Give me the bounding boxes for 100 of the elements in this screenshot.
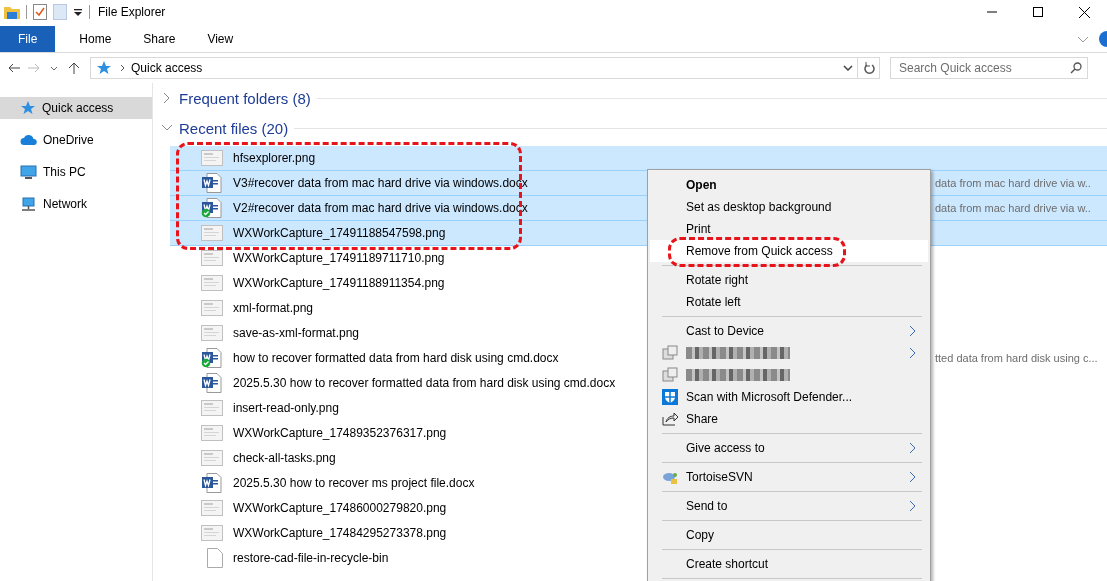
- menu-item[interactable]: Cast to Device: [650, 320, 928, 342]
- word-document-icon: [201, 473, 223, 493]
- sidebar-item[interactable]: This PC: [0, 161, 152, 183]
- menu-item[interactable]: Give access to: [650, 437, 928, 459]
- file-name: check-all-tasks.png: [233, 451, 336, 465]
- cloud-icon: [20, 134, 37, 146]
- share-icon: [662, 412, 678, 426]
- synced-word-document-icon: [201, 198, 223, 218]
- file-name: V3#recover data from mac hard drive via windows.docx: [233, 176, 528, 190]
- file-row[interactable]: WXWorkCapture_17489352376317.png: [170, 421, 455, 446]
- file-name: 2025.5.30 how to recover ms project file.docx: [233, 476, 475, 490]
- refresh-icon: [862, 62, 875, 74]
- ribbon-tab[interactable]: View: [191, 26, 250, 52]
- file-row[interactable]: how to recover formatted data from hard disk using cmd.docx tted data from hard disk using c...: [170, 346, 1107, 371]
- file-name: WXWorkCapture_17484295273378.png: [233, 526, 447, 540]
- image-file-icon: [201, 449, 223, 467]
- file-row[interactable]: insert-read-only.png: [170, 396, 347, 421]
- menu-item[interactable]: Open: [650, 174, 928, 196]
- chevron-down-icon: [50, 65, 58, 71]
- blank-file-icon: [207, 548, 223, 568]
- image-file-icon: [201, 149, 223, 167]
- file-name: save-as-xml-format.png: [233, 326, 360, 340]
- file-row[interactable]: WXWorkCapture_17486000279820.png: [170, 496, 455, 521]
- image-file-icon: [201, 224, 223, 242]
- ribbon-tab[interactable]: Share: [127, 26, 192, 52]
- synced-word-document-icon: [201, 348, 223, 368]
- back-arrow-icon: [8, 63, 20, 73]
- menu-item[interactable]: Remove from Quick access: [650, 240, 928, 262]
- image-file-icon: [201, 424, 223, 442]
- image-file-icon: [201, 299, 223, 317]
- file-name: how to recover formatted data from hard disk using cmd.docx: [233, 351, 559, 365]
- menu-item[interactable]: Rotate right: [650, 269, 928, 291]
- file-row[interactable]: 2025.5.30 how to recover ms project file.docx: [170, 471, 483, 496]
- file-name: hfsexplorer.png: [233, 151, 316, 165]
- file-row[interactable]: check-all-tasks.png: [170, 446, 344, 471]
- ribbon-tab[interactable]: File: [0, 26, 56, 52]
- image-file-icon: [201, 399, 223, 417]
- word-document-icon: [201, 373, 223, 393]
- sidebar-item[interactable]: Quick access: [0, 97, 152, 119]
- file-name: xml-format.png: [233, 301, 314, 315]
- file-name: V2#recover data from mac hard drive via windows.docx: [233, 201, 528, 215]
- menu-item[interactable]: Scan with Microsoft Defender...: [650, 386, 928, 408]
- file-row[interactable]: save-as-xml-format.png: [170, 321, 368, 346]
- star-icon: [20, 100, 36, 116]
- file-row[interactable]: xml-format.png: [170, 296, 322, 321]
- folder-icon: [4, 5, 20, 19]
- menu-item[interactable]: Create shortcut: [650, 553, 928, 575]
- image-file-icon: [201, 499, 223, 517]
- menu-item[interactable]: Set as desktop background: [650, 196, 928, 218]
- sidebar-item[interactable]: OneDrive: [0, 129, 152, 151]
- file-name: 2025.5.30 how to recover formatted data from hard disk using cmd.docx: [233, 376, 616, 390]
- file-name: WXWorkCapture_17489352376317.png: [233, 426, 447, 440]
- star-icon: [96, 60, 112, 76]
- file-row[interactable]: 2025.5.30 how to recover formatted data from hard disk using cmd.docx: [170, 371, 624, 396]
- sidebar-item[interactable]: Network: [0, 193, 152, 215]
- word-document-icon: [201, 173, 223, 193]
- menu-item[interactable]: Share: [650, 408, 928, 430]
- file-row[interactable]: hfsexplorer.png: [170, 146, 1107, 171]
- file-row[interactable]: restore-cad-file-in-recycle-bin: [170, 546, 397, 571]
- search-field[interactable]: Search Quick access: [890, 57, 1088, 79]
- menu-item[interactable]: Copy: [650, 524, 928, 546]
- file-location: data from mac hard drive via w..: [935, 202, 1092, 214]
- chevron-down-icon: [843, 65, 853, 71]
- file-name: WXWorkCapture_17491189711710.png: [233, 251, 445, 265]
- chevron-down-icon[interactable]: [1077, 35, 1089, 43]
- forward-arrow-icon: [28, 63, 40, 73]
- file-location: tted data from hard disk using c...: [935, 352, 1099, 364]
- computer-icon: [20, 164, 37, 180]
- image-file-icon: [201, 324, 223, 342]
- window-title: File Explorer: [98, 5, 166, 19]
- menu-item[interactable]: Rotate left: [650, 291, 928, 313]
- search-icon: [1070, 62, 1082, 74]
- file-name: restore-cad-file-in-recycle-bin: [233, 551, 389, 565]
- image-file-icon: [201, 274, 223, 292]
- file-name: insert-read-only.png: [233, 401, 339, 415]
- network-icon: [20, 196, 37, 212]
- up-arrow-icon: [68, 62, 80, 74]
- menu-item[interactable]: Send to: [650, 495, 928, 517]
- shield-icon: [662, 389, 678, 405]
- menu-item[interactable]: Print: [650, 218, 928, 240]
- file-name: WXWorkCapture_17486000279820.png: [233, 501, 447, 515]
- file-name: WXWorkCapture_17491188547598.png: [233, 226, 446, 240]
- dropdown-icon[interactable]: [73, 8, 83, 16]
- section-header[interactable]: Recent files (20): [179, 119, 289, 137]
- image-file-icon: [201, 524, 223, 542]
- app-icon: [662, 345, 678, 361]
- menu-item[interactable]: TortoiseSVN: [650, 466, 928, 488]
- maximize-icon: [1033, 7, 1043, 17]
- app-icon: [662, 367, 678, 383]
- file-row[interactable]: WXWorkCapture_17484295273378.png: [170, 521, 455, 546]
- close-icon: [1078, 6, 1090, 18]
- file-name: WXWorkCapture_17491188911354.png: [233, 276, 445, 290]
- section-header[interactable]: Frequent folders (8): [179, 89, 311, 107]
- file-row[interactable]: WXWorkCapture_17491188911354.png: [170, 271, 453, 296]
- ribbon-tab[interactable]: Home: [63, 26, 128, 52]
- file-location: data from mac hard drive via w..: [935, 177, 1092, 189]
- image-file-icon: [201, 249, 223, 267]
- chevron-right-icon: [120, 64, 125, 72]
- address-path[interactable]: Quick access: [131, 61, 203, 75]
- file-row[interactable]: WXWorkCapture_17491189711710.png: [170, 246, 453, 271]
